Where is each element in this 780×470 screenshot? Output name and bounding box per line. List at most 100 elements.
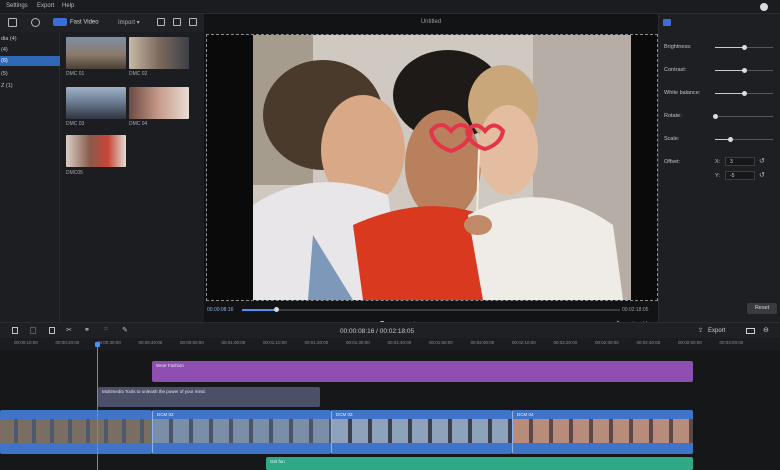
layers-icon[interactable] — [157, 18, 165, 26]
reset-offset-x-icon[interactable]: ↺ — [759, 157, 765, 165]
ruler-tick-label: 00:00:50:00 — [180, 340, 204, 345]
cut-icon[interactable]: ✂ — [66, 326, 72, 334]
media-label: DMC 04 — [129, 121, 148, 127]
scrubber-handle[interactable] — [274, 307, 280, 312]
export-icon: ⇪ — [698, 328, 704, 334]
ruler-tick-label: 00:02:40:00 — [636, 340, 661, 345]
brightness-label: Brightness: — [664, 44, 692, 50]
zoom-icon[interactable]: ⊖ — [763, 326, 769, 334]
video-clip-label: DCM 03 — [336, 412, 353, 417]
edit-pen-icon[interactable]: ✎ — [122, 326, 128, 334]
playhead-handle[interactable] — [95, 342, 100, 347]
menu-settings[interactable]: Settings — [6, 3, 28, 9]
menu-export[interactable]: Export — [37, 3, 54, 9]
video-clip[interactable] — [0, 410, 152, 454]
video-clip[interactable]: DCM 02 — [152, 410, 331, 454]
sort-icon[interactable] — [189, 18, 197, 26]
music-icon[interactable] — [31, 18, 40, 27]
audio-clip-label: Get fun — [270, 459, 285, 464]
rotate-slider[interactable] — [713, 114, 773, 119]
contrast-slider[interactable] — [715, 68, 773, 73]
media-thumbnail[interactable] — [66, 37, 126, 69]
ruler-tick-label: 00:02:10:00 — [512, 340, 536, 345]
offset-x-field[interactable]: 3 — [725, 157, 755, 166]
slider-handle[interactable] — [742, 91, 747, 96]
category-list: dia (4) (4) (6) (5) Z (1) — [0, 32, 60, 322]
scale-label: Scale: — [664, 136, 680, 142]
video-clip[interactable]: DCM 04 — [512, 410, 693, 454]
delete-icon[interactable] — [49, 327, 55, 334]
media-thumbnail[interactable] — [66, 135, 126, 167]
menu-help[interactable]: Help — [62, 3, 74, 9]
ruler-tick-label: 00:01:20:00 — [304, 340, 329, 345]
media-thumbnail[interactable] — [66, 87, 126, 119]
ruler-tick-label: 00:02:30:00 — [595, 340, 619, 345]
screen-icon[interactable] — [746, 328, 755, 334]
brightness-slider[interactable] — [715, 45, 773, 50]
category-item[interactable]: (4) — [0, 45, 60, 55]
media-toolbar: Fast Video Import ▾ — [0, 14, 204, 32]
overlay-clip[interactable]: Wear Fashion — [152, 361, 693, 382]
white-balance-slider[interactable] — [715, 91, 773, 96]
ruler-tick-label: 00:01:30:00 — [346, 340, 370, 345]
video-clip-label: DCM 04 — [517, 412, 534, 417]
split-icon[interactable]: ⚭ — [84, 326, 90, 334]
scale-slider[interactable] — [715, 137, 773, 142]
media-thumbnail[interactable] — [129, 37, 189, 69]
ruler-tick-label: 00:01:10:00 — [263, 340, 287, 345]
video-clip-frames — [332, 419, 512, 443]
preview-panel: Untitled 00:00:08:16 00:02:18:05 — [204, 14, 658, 328]
paste-icon[interactable] — [30, 327, 36, 334]
playback-scrubber[interactable] — [242, 307, 620, 312]
text-clip-label: Multimedia Tools to unleash the power of… — [102, 389, 206, 394]
export-button[interactable]: Export — [708, 328, 725, 334]
fast-video-button[interactable]: Fast Video — [53, 18, 99, 26]
video-clip-frames — [153, 419, 331, 443]
video-clip-frames — [513, 419, 693, 443]
reset-offset-y-icon[interactable]: ↺ — [759, 171, 765, 179]
slider-handle[interactable] — [713, 114, 718, 119]
offset-y-field[interactable]: -5 — [725, 171, 755, 180]
preview-canvas[interactable] — [206, 34, 658, 301]
slider-handle[interactable] — [727, 137, 733, 142]
menu-bar: Settings Export Help — [0, 0, 780, 14]
project-title: Untitled — [420, 19, 442, 25]
reset-button[interactable]: Reset — [747, 303, 777, 314]
ruler-tick-label: 00:00:40:00 — [138, 340, 163, 345]
video-clip-label: DCM 02 — [157, 412, 174, 417]
total-time: 00:02:18:05 — [622, 307, 649, 313]
timeline-ruler[interactable]: 00:00:10:00 00:00:20:00 00:00:30:00 00:00:4… — [0, 338, 780, 350]
import-button[interactable]: Import ▾ — [118, 19, 140, 26]
copy-icon[interactable] — [12, 327, 18, 334]
white-balance-label: White balance: — [664, 90, 701, 96]
ruler-tick-label: 00:01:50:00 — [429, 340, 453, 345]
category-item[interactable]: Z (1) — [0, 81, 60, 91]
video-clip[interactable]: DCM 03 — [331, 410, 512, 454]
offset-label: Offset: — [664, 159, 681, 165]
audio-clip[interactable]: Get fun — [266, 457, 693, 470]
scrubber-progress — [242, 309, 277, 311]
media-label: DMC05 — [66, 170, 83, 176]
overlay-clip-label: Wear Fashion — [156, 363, 184, 368]
properties-tab-icon[interactable] — [663, 19, 671, 26]
slider-handle[interactable] — [742, 45, 747, 50]
media-thumbnail[interactable] — [129, 87, 189, 119]
text-icon[interactable] — [8, 18, 17, 27]
category-item-selected[interactable]: (6) — [0, 56, 60, 66]
timeline-time: 00:00:08:16 / 00:02:18:05 — [340, 328, 415, 335]
slider-handle[interactable] — [742, 68, 747, 73]
ruler-tick-label: 00:02:00:00 — [470, 340, 495, 345]
playhead[interactable] — [97, 342, 98, 470]
timeline-toolbar: ✂ ⚭ ⌗ ✎ 00:00:08:16 / 00:02:18:05 ⇪ Expo… — [0, 322, 780, 338]
category-item[interactable]: (5) — [0, 69, 60, 79]
fast-video-icon — [53, 18, 67, 26]
text-clip[interactable]: Multimedia Tools to unleash the power of… — [98, 387, 320, 407]
crop-icon[interactable]: ⌗ — [104, 326, 108, 334]
rotate-label: Rotate: — [664, 113, 682, 119]
category-item[interactable]: dia (4) — [0, 34, 60, 44]
grid-view-icon[interactable] — [173, 18, 181, 26]
offset-x-label: X: — [715, 159, 721, 165]
user-avatar-icon[interactable] — [760, 3, 768, 11]
properties-panel: Brightness: Contrast: White balance: Rot… — [658, 14, 780, 322]
ruler-tick-label: 00:00:30:00 — [97, 340, 121, 345]
